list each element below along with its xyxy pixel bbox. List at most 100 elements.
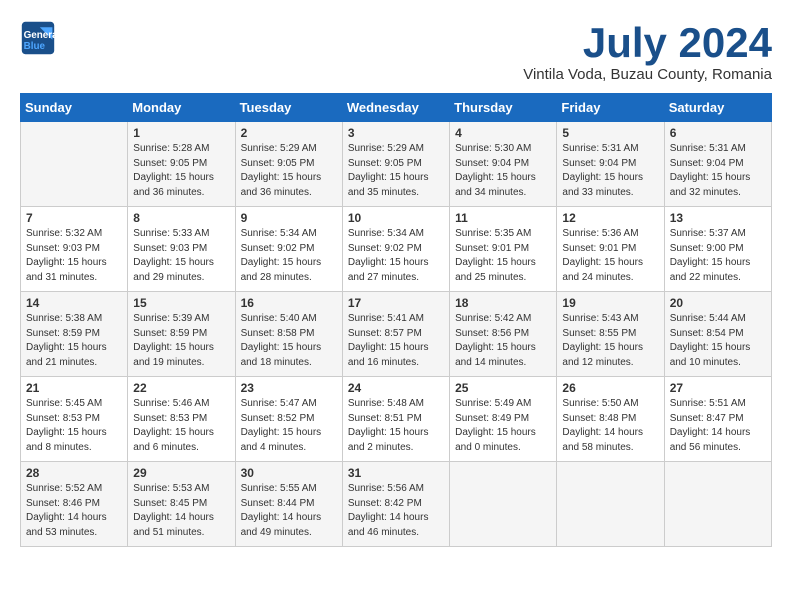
calendar-table: SundayMondayTuesdayWednesdayThursdayFrid…	[20, 93, 772, 547]
day-info: Sunrise: 5:35 AM Sunset: 9:01 PM Dayligh…	[455, 227, 551, 285]
weekday-header: Saturday	[664, 94, 771, 122]
day-number: 16	[241, 296, 337, 310]
calendar-cell: 1 Sunrise: 5:28 AM Sunset: 9:05 PM Daylig…	[128, 122, 235, 207]
day-number: 15	[133, 296, 229, 310]
day-number: 27	[670, 381, 766, 395]
day-number: 2	[241, 126, 337, 140]
day-number: 28	[26, 466, 122, 480]
day-info: Sunrise: 5:55 AM Sunset: 8:44 PM Dayligh…	[241, 482, 337, 540]
calendar-cell: 9Sunrise: 5:34 AM Sunset: 9:02 PM Daylig…	[235, 207, 342, 292]
day-number: 5	[562, 126, 658, 140]
calendar-cell: 15 Sunrise: 5:39 AM Sunset: 8:59 PM Dayli…	[128, 292, 235, 377]
calendar-cell: 8 Sunrise: 5:33 AM Sunset: 9:03 PM Daylig…	[128, 207, 235, 292]
day-number: 1	[133, 126, 229, 140]
calendar-cell: 19 Sunrise: 5:43 AM Sunset: 8:55 PM Dayli…	[557, 292, 664, 377]
day-number: 24	[348, 381, 444, 395]
day-info: Sunrise: 5:46 AM Sunset: 8:53 PM Dayligh…	[133, 397, 229, 455]
svg-text:General: General	[24, 30, 56, 41]
day-number: 21	[26, 381, 122, 395]
day-info: Sunrise: 5:31 AM Sunset: 9:04 PM Dayligh…	[562, 142, 658, 200]
day-number: 19	[562, 296, 658, 310]
day-number: 29	[133, 466, 229, 480]
calendar-cell: 6Sunrise: 5:31 AM Sunset: 9:04 PM Daylig…	[664, 122, 771, 207]
day-number: 26	[562, 381, 658, 395]
calendar-week-row: 28Sunrise: 5:52 AM Sunset: 8:46 PM Dayli…	[21, 462, 772, 547]
day-info: Sunrise: 5:45 AM Sunset: 8:53 PM Dayligh…	[26, 397, 122, 455]
calendar-cell	[664, 462, 771, 547]
calendar-cell: 13 Sunrise: 5:37 AM Sunset: 9:00 PM Dayli…	[664, 207, 771, 292]
day-info: Sunrise: 5:29 AM Sunset: 9:05 PM Dayligh…	[348, 142, 444, 200]
calendar-cell: 31 Sunrise: 5:56 AM Sunset: 8:42 PM Dayli…	[342, 462, 449, 547]
day-number: 12	[562, 211, 658, 225]
day-number: 22	[133, 381, 229, 395]
weekday-header: Monday	[128, 94, 235, 122]
location-subtitle: Vintila Voda, Buzau County, Romania	[523, 66, 772, 83]
calendar-cell	[450, 462, 557, 547]
day-info: Sunrise: 5:42 AM Sunset: 8:56 PM Dayligh…	[455, 312, 551, 370]
calendar-cell: 16 Sunrise: 5:40 AM Sunset: 8:58 PM Dayli…	[235, 292, 342, 377]
weekday-header: Thursday	[450, 94, 557, 122]
day-info: Sunrise: 5:37 AM Sunset: 9:00 PM Dayligh…	[670, 227, 766, 285]
day-info: Sunrise: 5:50 AM Sunset: 8:48 PM Dayligh…	[562, 397, 658, 455]
calendar-cell	[557, 462, 664, 547]
day-info: Sunrise: 5:38 AM Sunset: 8:59 PM Dayligh…	[26, 312, 122, 370]
day-number: 23	[241, 381, 337, 395]
day-info: Sunrise: 5:33 AM Sunset: 9:03 PM Dayligh…	[133, 227, 229, 285]
day-info: Sunrise: 5:40 AM Sunset: 8:58 PM Dayligh…	[241, 312, 337, 370]
day-number: 8	[133, 211, 229, 225]
calendar-cell: 12 Sunrise: 5:36 AM Sunset: 9:01 PM Dayli…	[557, 207, 664, 292]
calendar-cell: 29 Sunrise: 5:53 AM Sunset: 8:45 PM Dayli…	[128, 462, 235, 547]
calendar-week-row: 1 Sunrise: 5:28 AM Sunset: 9:05 PM Daylig…	[21, 122, 772, 207]
day-info: Sunrise: 5:28 AM Sunset: 9:05 PM Dayligh…	[133, 142, 229, 200]
day-number: 4	[455, 126, 551, 140]
calendar-cell: 2 Sunrise: 5:29 AM Sunset: 9:05 PM Daylig…	[235, 122, 342, 207]
day-info: Sunrise: 5:29 AM Sunset: 9:05 PM Dayligh…	[241, 142, 337, 200]
weekday-header: Tuesday	[235, 94, 342, 122]
day-number: 18	[455, 296, 551, 310]
svg-text:Blue: Blue	[24, 41, 46, 52]
day-info: Sunrise: 5:53 AM Sunset: 8:45 PM Dayligh…	[133, 482, 229, 540]
calendar-cell: 26 Sunrise: 5:50 AM Sunset: 8:48 PM Dayli…	[557, 377, 664, 462]
calendar-cell: 20 Sunrise: 5:44 AM Sunset: 8:54 PM Dayli…	[664, 292, 771, 377]
weekday-header: Wednesday	[342, 94, 449, 122]
weekday-header: Friday	[557, 94, 664, 122]
calendar-cell: 17Sunrise: 5:41 AM Sunset: 8:57 PM Dayli…	[342, 292, 449, 377]
day-info: Sunrise: 5:41 AM Sunset: 8:57 PM Dayligh…	[348, 312, 444, 370]
calendar-cell: 11Sunrise: 5:35 AM Sunset: 9:01 PM Dayli…	[450, 207, 557, 292]
calendar-week-row: 21 Sunrise: 5:45 AM Sunset: 8:53 PM Dayli…	[21, 377, 772, 462]
title-area: July 2024 Vintila Voda, Buzau County, Ro…	[523, 20, 772, 83]
calendar-cell: 30 Sunrise: 5:55 AM Sunset: 8:44 PM Dayli…	[235, 462, 342, 547]
day-number: 6	[670, 126, 766, 140]
day-info: Sunrise: 5:36 AM Sunset: 9:01 PM Dayligh…	[562, 227, 658, 285]
calendar-cell: 4Sunrise: 5:30 AM Sunset: 9:04 PM Daylig…	[450, 122, 557, 207]
calendar-header-row: SundayMondayTuesdayWednesdayThursdayFrid…	[21, 94, 772, 122]
calendar-week-row: 7Sunrise: 5:32 AM Sunset: 9:03 PM Daylig…	[21, 207, 772, 292]
day-number: 10	[348, 211, 444, 225]
day-info: Sunrise: 5:43 AM Sunset: 8:55 PM Dayligh…	[562, 312, 658, 370]
calendar-cell: 25Sunrise: 5:49 AM Sunset: 8:49 PM Dayli…	[450, 377, 557, 462]
day-number: 3	[348, 126, 444, 140]
day-info: Sunrise: 5:32 AM Sunset: 9:03 PM Dayligh…	[26, 227, 122, 285]
day-info: Sunrise: 5:47 AM Sunset: 8:52 PM Dayligh…	[241, 397, 337, 455]
day-info: Sunrise: 5:56 AM Sunset: 8:42 PM Dayligh…	[348, 482, 444, 540]
calendar-cell: 10Sunrise: 5:34 AM Sunset: 9:02 PM Dayli…	[342, 207, 449, 292]
calendar-cell: 14 Sunrise: 5:38 AM Sunset: 8:59 PM Dayli…	[21, 292, 128, 377]
day-info: Sunrise: 5:39 AM Sunset: 8:59 PM Dayligh…	[133, 312, 229, 370]
calendar-cell: 28Sunrise: 5:52 AM Sunset: 8:46 PM Dayli…	[21, 462, 128, 547]
day-number: 13	[670, 211, 766, 225]
day-number: 9	[241, 211, 337, 225]
calendar-cell: 24 Sunrise: 5:48 AM Sunset: 8:51 PM Dayli…	[342, 377, 449, 462]
day-info: Sunrise: 5:48 AM Sunset: 8:51 PM Dayligh…	[348, 397, 444, 455]
calendar-week-row: 14 Sunrise: 5:38 AM Sunset: 8:59 PM Dayli…	[21, 292, 772, 377]
day-number: 31	[348, 466, 444, 480]
calendar-cell: 3 Sunrise: 5:29 AM Sunset: 9:05 PM Daylig…	[342, 122, 449, 207]
day-info: Sunrise: 5:44 AM Sunset: 8:54 PM Dayligh…	[670, 312, 766, 370]
month-title: July 2024	[523, 20, 772, 66]
day-info: Sunrise: 5:51 AM Sunset: 8:47 PM Dayligh…	[670, 397, 766, 455]
day-info: Sunrise: 5:49 AM Sunset: 8:49 PM Dayligh…	[455, 397, 551, 455]
calendar-cell: 5 Sunrise: 5:31 AM Sunset: 9:04 PM Daylig…	[557, 122, 664, 207]
day-number: 30	[241, 466, 337, 480]
day-number: 14	[26, 296, 122, 310]
day-number: 20	[670, 296, 766, 310]
calendar-cell: 27 Sunrise: 5:51 AM Sunset: 8:47 PM Dayli…	[664, 377, 771, 462]
